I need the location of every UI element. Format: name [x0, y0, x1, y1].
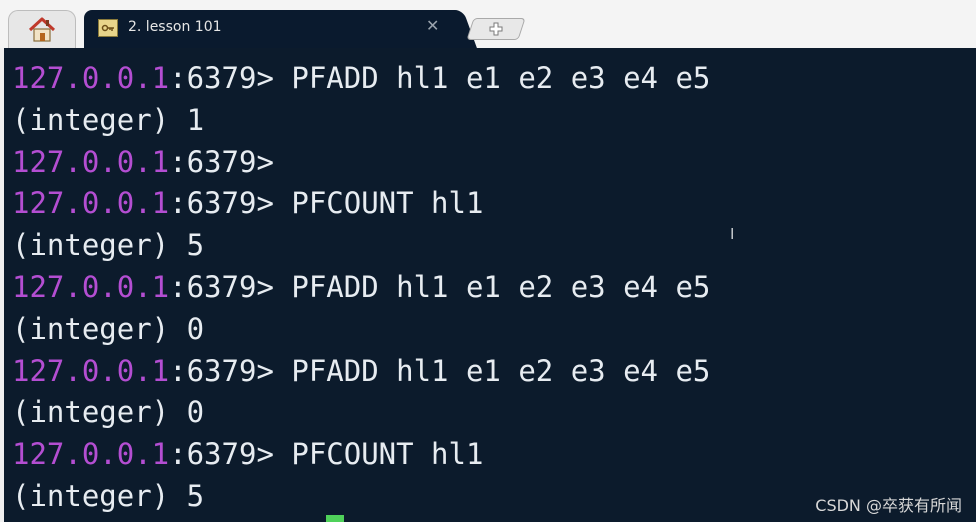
tab-session[interactable]: 2. lesson 101 ✕ — [84, 10, 456, 48]
prompt-host: 127.0.0.1 — [12, 186, 170, 221]
prompt-line: 127.0.0.1:6379> PFADD hl1 e1 e2 e3 e4 e5 — [12, 351, 976, 393]
tab-bar: 2. lesson 101 ✕ — [0, 0, 976, 48]
output-line: (integer) 0 — [12, 395, 205, 430]
output-line: (integer) 1 — [12, 102, 205, 137]
prompt-line: 127.0.0.1:6379> PFADD hl1 e1 e2 e3 e4 e5 — [12, 267, 976, 309]
output-line: (integer) 0 — [12, 311, 205, 346]
home-icon — [28, 17, 56, 42]
text-cursor-icon: I — [730, 225, 735, 243]
prompt-host: 127.0.0.1 — [12, 353, 170, 388]
prompt-port: :6379> — [169, 144, 274, 179]
command-text: PFADD hl1 e1 e2 e3 e4 e5 — [273, 353, 711, 388]
command-text: PFADD hl1 e1 e2 e3 e4 e5 — [273, 61, 711, 95]
prompt-line: 127.0.0.1:6379> — [12, 142, 976, 184]
prompt-host: 127.0.0.1 — [12, 61, 170, 95]
home-tab[interactable] — [8, 10, 76, 48]
prompt-host: 127.0.0.1 — [12, 269, 170, 304]
terminal-window: 2. lesson 101 ✕ 127.0.0.1:6379> PFADD hl… — [0, 0, 976, 522]
new-tab-button[interactable] — [466, 18, 526, 40]
close-icon[interactable]: ✕ — [426, 16, 439, 35]
terminal-cursor — [326, 515, 344, 522]
tab-title: 2. lesson 101 — [128, 19, 222, 35]
prompt-port: :6379> — [169, 186, 274, 221]
output-line: (integer) 5 — [12, 228, 205, 263]
plus-icon — [488, 22, 504, 36]
prompt-port: :6379> — [169, 269, 274, 304]
prompt-line: 127.0.0.1:6379> PFCOUNT hl1 — [12, 183, 976, 225]
prompt-port: :6379> — [169, 61, 274, 95]
command-text: PFCOUNT hl1 — [273, 437, 484, 472]
watermark: CSDN @卒获有所闻 — [815, 496, 962, 515]
command-text: PFADD hl1 e1 e2 e3 e4 e5 — [273, 269, 711, 304]
prompt-host: 127.0.0.1 — [12, 437, 170, 472]
prompt-line: 127.0.0.1:6379> PFADD hl1 e1 e2 e3 e4 e5 — [12, 58, 976, 100]
prompt-port: :6379> — [169, 353, 274, 388]
prompt-host: 127.0.0.1 — [12, 144, 170, 179]
key-icon — [98, 19, 118, 37]
terminal-lines: 127.0.0.1:6379> PFADD hl1 e1 e2 e3 e4 e5… — [12, 58, 976, 518]
command-text: PFCOUNT hl1 — [273, 186, 484, 221]
prompt-port: :6379> — [169, 437, 274, 472]
prompt-line: 127.0.0.1:6379> PFCOUNT hl1 — [12, 434, 976, 476]
terminal-output[interactable]: 127.0.0.1:6379> PFADD hl1 e1 e2 e3 e4 e5… — [0, 48, 976, 522]
